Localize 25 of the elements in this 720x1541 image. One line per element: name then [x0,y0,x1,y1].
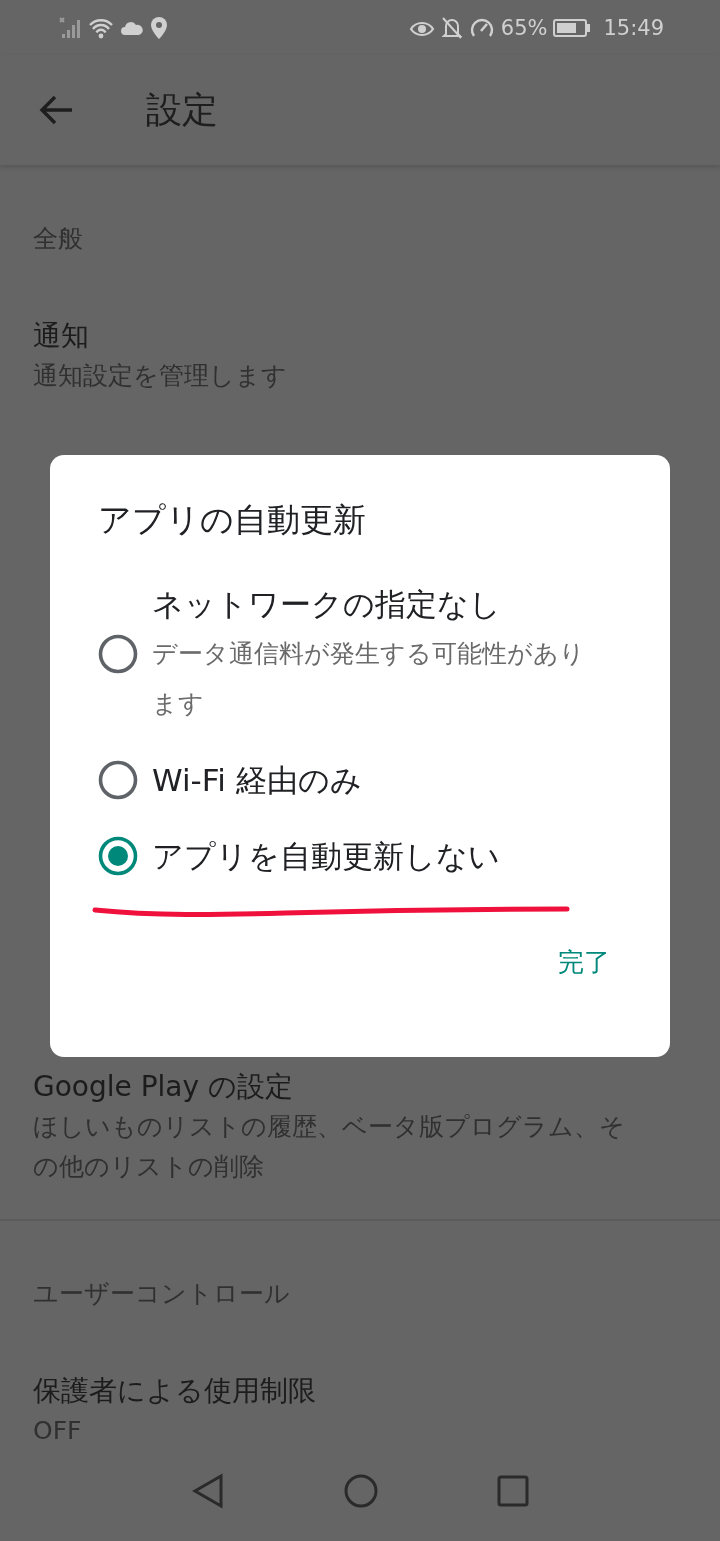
back-nav-icon[interactable] [191,1473,225,1509]
clock: 15:49 [603,15,664,40]
option-description: ます [152,688,205,720]
dialog-title: アプリの自動更新 [98,499,367,541]
bell-off-icon [440,15,463,40]
setting-title[interactable]: 通知 [33,316,687,356]
option-label[interactable]: ネットワークの指定なし [152,579,585,629]
radio-button[interactable] [98,760,138,800]
signal-icon [58,15,82,40]
toolbar-title: 設定 [146,87,218,132]
radio-button[interactable] [98,634,138,674]
option-label[interactable]: Wi-Fi 経由のみ [152,755,362,805]
cloud-icon [120,19,144,36]
radio-button[interactable] [98,836,138,876]
done-button[interactable]: 完了 [548,937,620,988]
battery-percent: 65% [500,15,548,40]
recents-nav-icon[interactable] [497,1475,529,1507]
battery-icon [553,17,592,38]
location-icon [150,15,168,40]
setting-title[interactable]: Google Play の設定 [33,1067,687,1107]
back-icon[interactable] [38,94,74,126]
option-label[interactable]: アプリを自動更新しない [152,831,500,881]
setting-title[interactable]: 保護者による使用制限 [33,1371,687,1411]
home-nav-icon[interactable] [343,1473,379,1509]
option-description: データ通信料が発生する可能性があり [152,638,585,670]
